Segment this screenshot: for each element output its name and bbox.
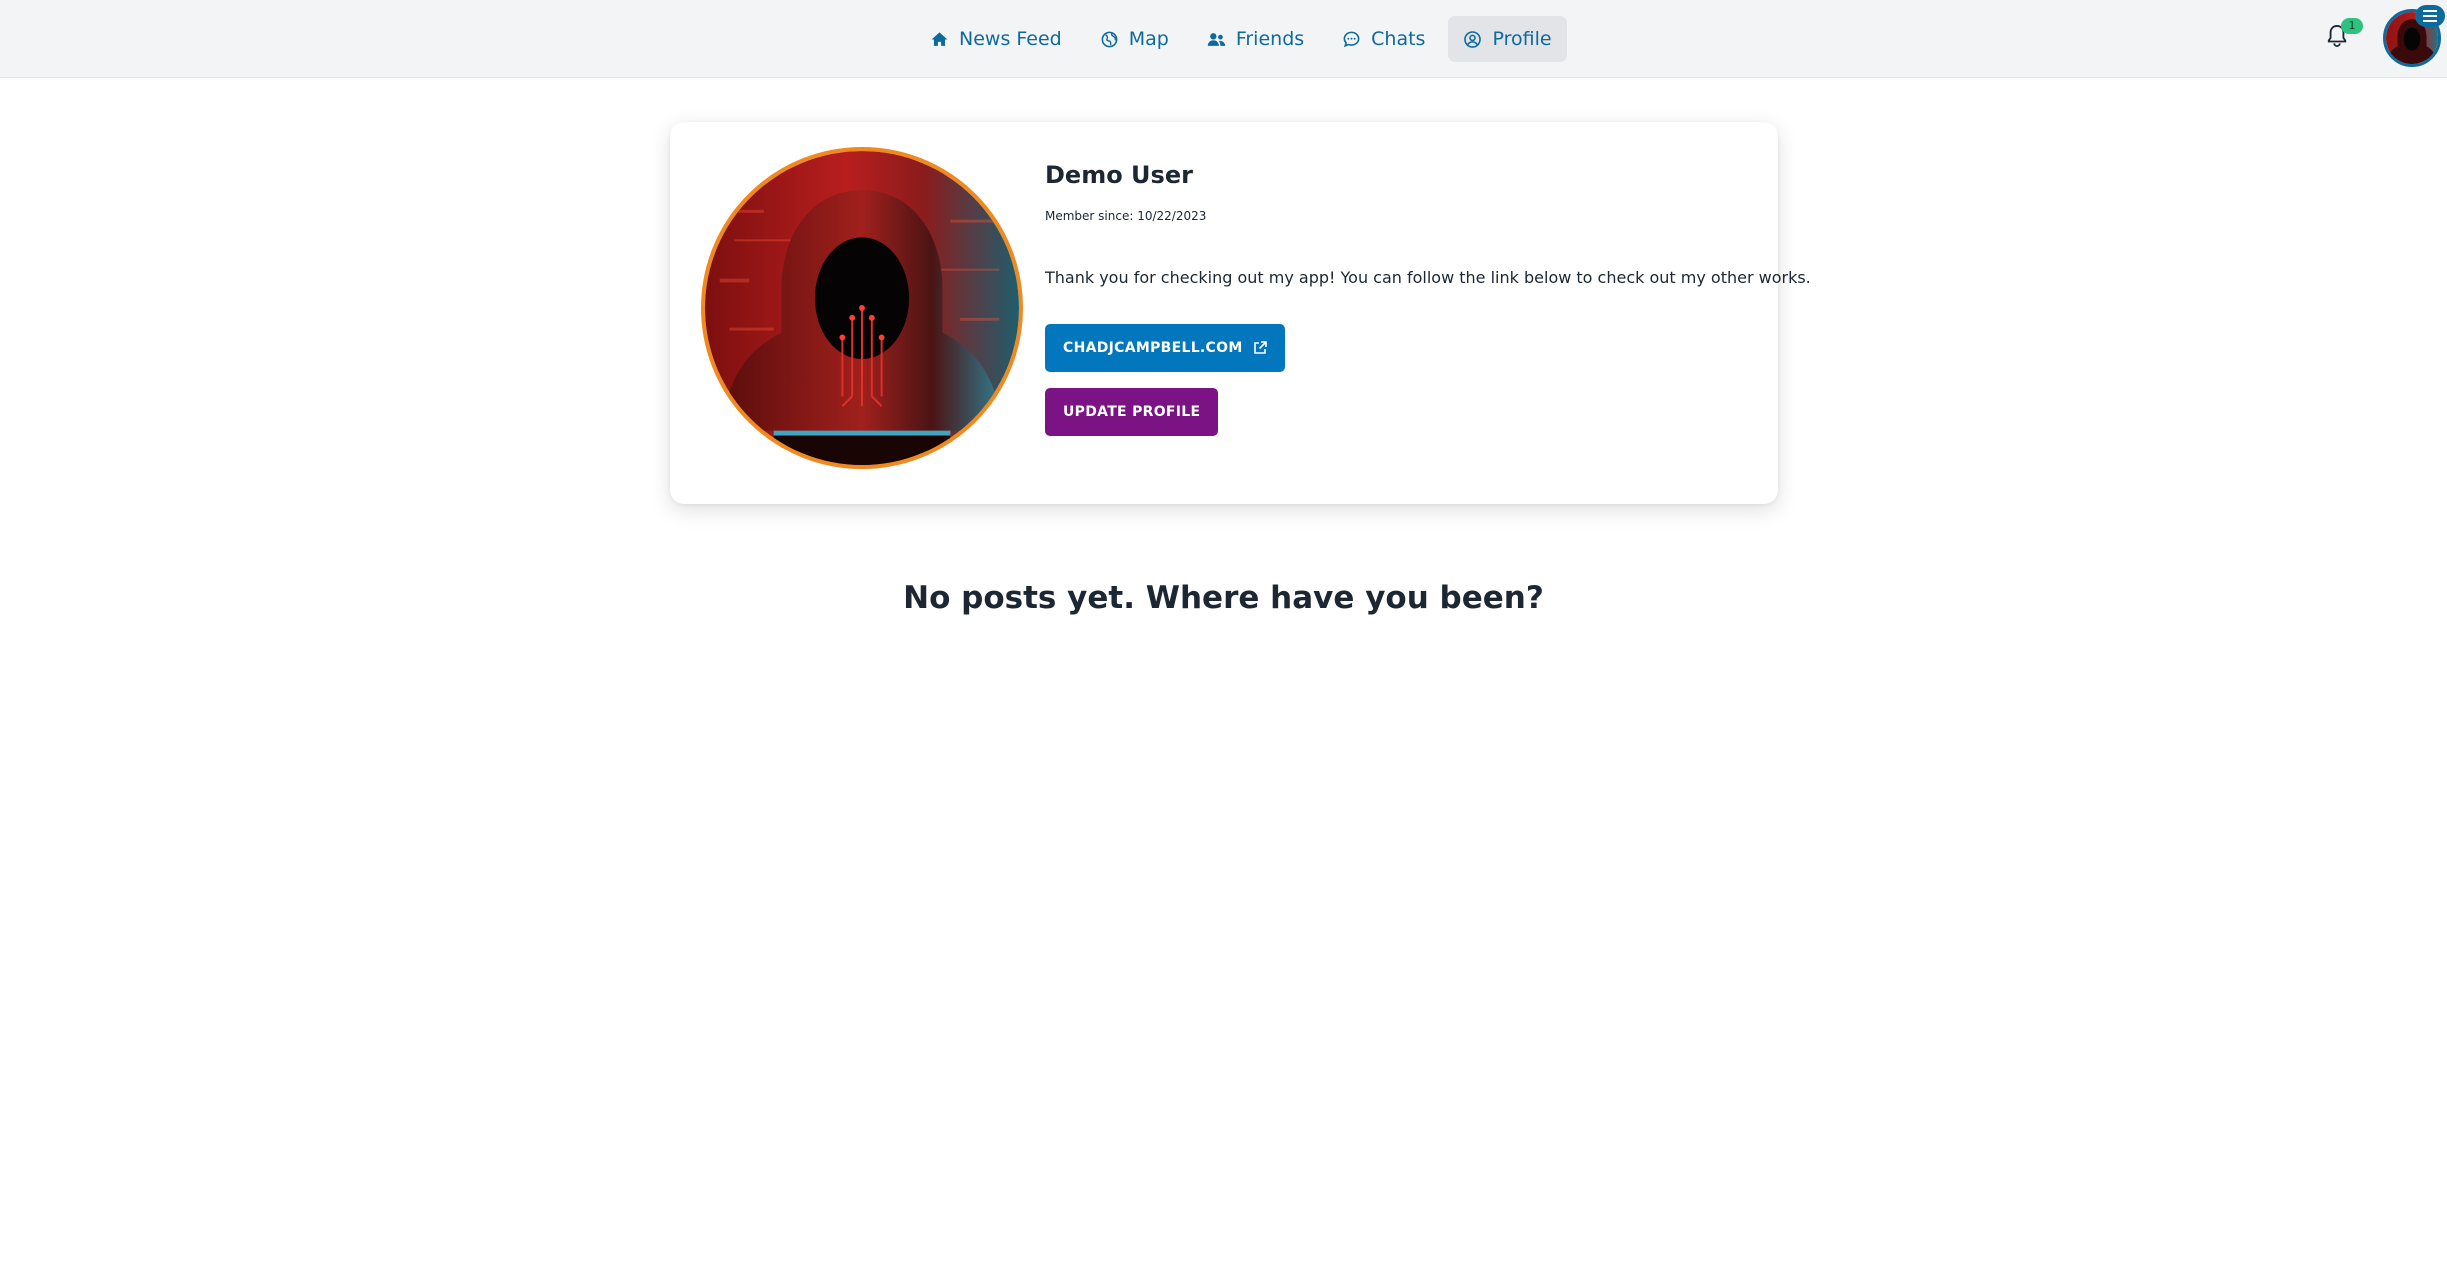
nav-item-label: Map [1128,28,1169,50]
website-button-label: CHADJCAMPBELL.COM [1063,340,1243,356]
update-button-row: UPDATE PROFILE [1045,372,1745,436]
hamburger-menu-icon [2423,10,2437,22]
nav-item-chats[interactable]: Chats [1327,16,1440,62]
external-link-icon [1253,341,1267,355]
main-nav: News Feed Map Friends Chats Profile [915,16,1567,62]
profile-avatar [701,147,1023,469]
nav-item-friends[interactable]: Friends [1192,16,1319,62]
profile-info: Demo User Member since: 10/22/2023 Thank… [1045,158,1811,436]
nav-item-label: Profile [1492,28,1552,50]
nav-item-map[interactable]: Map [1085,16,1184,62]
website-link-button[interactable]: CHADJCAMPBELL.COM [1045,324,1285,372]
notifications-button[interactable]: 1 [2326,18,2363,52]
home-icon [930,30,949,49]
nav-item-label: News Feed [959,28,1062,50]
member-since: Member since: 10/22/2023 [1045,209,1207,223]
nav-item-news-feed[interactable]: News Feed [915,16,1077,62]
users-icon [1207,30,1226,49]
profile-bio: Thank you for checking out my app! You c… [1045,268,1811,287]
update-profile-button[interactable]: UPDATE PROFILE [1045,388,1219,436]
nav-item-label: Friends [1235,28,1305,50]
profile-name: Demo User [1045,161,1193,189]
top-navigation-bar: News Feed Map Friends Chats Profile 1 [0,0,2447,78]
nav-item-profile[interactable]: Profile [1448,16,1567,62]
notification-count-badge: 1 [2341,18,2363,34]
user-circle-icon [1463,30,1482,49]
nav-item-label: Chats [1371,28,1426,50]
website-button-row: CHADJCAMPBELL.COM [1045,288,1745,372]
chat-bubble-icon [1342,30,1361,49]
no-posts-message: No posts yet. Where have you been? [903,580,1544,616]
globe-icon [1100,30,1119,49]
account-menu-button[interactable] [2415,5,2445,27]
profile-card: Demo User Member since: 10/22/2023 Thank… [670,122,1811,504]
update-button-label: UPDATE PROFILE [1063,404,1201,420]
